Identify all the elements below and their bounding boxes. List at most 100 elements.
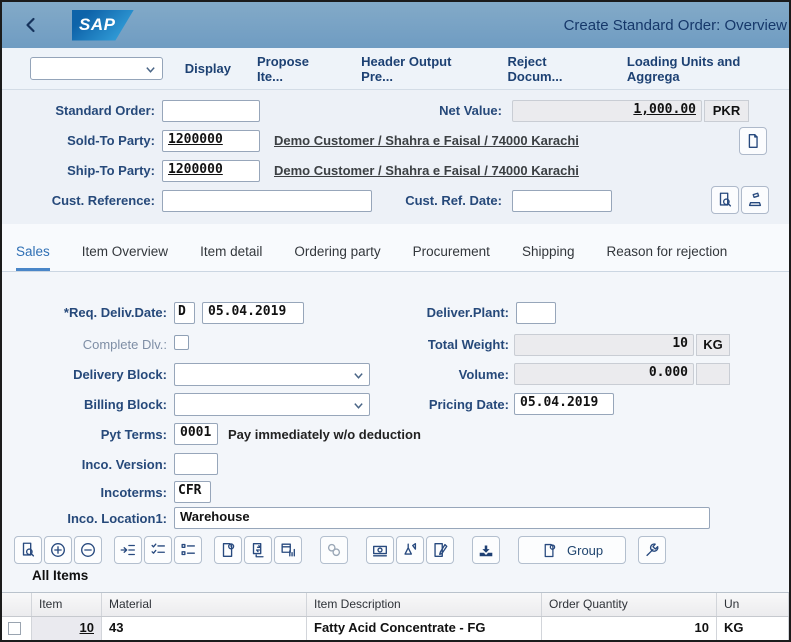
pricing-date-input[interactable]: 05.04.2019 — [514, 393, 614, 415]
tab-item-overview[interactable]: Item Overview — [82, 244, 168, 271]
currency-field: PKR — [704, 100, 749, 122]
search-document-button[interactable] — [711, 186, 739, 214]
sap-logo-text: SAP — [79, 15, 116, 34]
ship-to-input[interactable]: 1200000 — [162, 160, 260, 182]
pyt-terms-input[interactable]: 0001 — [174, 423, 218, 445]
schedule-lines-button[interactable] — [274, 536, 302, 564]
select-all-column-header[interactable] — [2, 593, 32, 616]
item-detail-icon — [22, 542, 35, 557]
settings-button[interactable] — [638, 536, 667, 564]
group-icon — [544, 543, 556, 557]
tab-ordering-party[interactable]: Ordering party — [294, 244, 380, 271]
edit-document-button[interactable] — [426, 536, 454, 564]
plus-circle-icon — [51, 543, 65, 557]
complete-dlv-checkbox[interactable] — [174, 335, 189, 350]
billing-block-select[interactable] — [174, 393, 370, 416]
menu-item-loading-units[interactable]: Loading Units and Aggrega — [627, 54, 789, 84]
inco-location-input[interactable]: Warehouse — [174, 507, 710, 529]
req-deliv-date-label: *Req. Deliv.Date: — [63, 305, 167, 320]
item-cell[interactable]: 10 — [32, 617, 102, 640]
row-select-cell[interactable] — [2, 617, 32, 640]
tab-sales[interactable]: Sales — [16, 244, 50, 271]
copy-items-button[interactable] — [244, 536, 272, 564]
incoterms-input[interactable]: CFR — [174, 481, 211, 503]
items-table: Item Material Item Description Order Qua… — [2, 592, 789, 640]
row-checkbox[interactable] — [8, 622, 21, 635]
item-detail-button[interactable] — [14, 536, 42, 564]
total-weight-unit-field: KG — [696, 334, 730, 356]
group-button-label: Group — [567, 542, 604, 558]
tab-shipping[interactable]: Shipping — [522, 244, 575, 271]
tabstrip: Sales Item Overview Item detail Ordering… — [2, 224, 789, 272]
delivery-block-label: Delivery Block: — [73, 367, 167, 382]
tab-procurement[interactable]: Procurement — [413, 244, 490, 271]
total-weight-label: Total Weight: — [427, 337, 509, 352]
document-search-icon — [719, 192, 732, 207]
column-header-unit[interactable]: Un — [717, 593, 789, 616]
menu-item-reject-document[interactable]: Reject Docum... — [508, 54, 601, 84]
inco-version-label: Inco. Version: — [81, 457, 167, 472]
menu-item-display[interactable]: Display — [185, 61, 231, 76]
description-cell[interactable]: Fatty Acid Concentrate - FG — [307, 617, 542, 640]
sold-to-input[interactable]: 1200000 — [162, 130, 260, 152]
standard-order-label: Standard Order: — [55, 103, 155, 118]
order-quantity-cell[interactable]: 10 — [542, 617, 717, 640]
tab-item-detail[interactable]: Item detail — [200, 244, 262, 271]
stamp-button[interactable] — [741, 186, 769, 214]
layout-dropdown[interactable] — [30, 57, 163, 80]
menu-item-header-output[interactable]: Header Output Pre... — [361, 54, 481, 84]
pyt-terms-description: Pay immediately w/o deduction — [228, 427, 421, 442]
ship-to-description[interactable]: Demo Customer / Shahra e Faisal / 74000 … — [274, 163, 579, 178]
standard-order-input[interactable] — [162, 100, 260, 122]
unit-cell[interactable]: KG — [717, 617, 789, 640]
cust-reference-input[interactable] — [162, 190, 372, 212]
menu-item-propose-items[interactable]: Propose Ite... — [257, 54, 335, 84]
inco-version-input[interactable] — [174, 453, 218, 475]
deliver-plant-label: Deliver.Plant: — [426, 305, 509, 320]
propose-items-button[interactable] — [214, 536, 242, 564]
material-cell[interactable]: 43 — [102, 617, 307, 640]
chevron-left-icon — [26, 17, 35, 33]
fast-entry-button[interactable] — [472, 536, 500, 564]
deliver-plant-input[interactable] — [516, 302, 556, 324]
document-icon — [748, 134, 758, 148]
calendar-chart-icon — [281, 543, 295, 557]
column-header-order-quantity[interactable]: Order Quantity — [542, 593, 717, 616]
pricing-button[interactable] — [366, 536, 394, 564]
sales-tab-panel: *Req. Deliv.Date: D 05.04.2019 Deliver.P… — [2, 272, 789, 533]
column-header-item[interactable]: Item — [32, 593, 102, 616]
document-clock-icon — [222, 543, 235, 557]
inbox-arrow-icon — [479, 545, 493, 557]
display-document-button[interactable] — [739, 127, 767, 155]
delivery-block-select[interactable] — [174, 363, 370, 386]
remove-item-button[interactable] — [74, 536, 102, 564]
group-button[interactable]: Group — [518, 536, 627, 564]
req-deliv-date-type-input[interactable]: D — [174, 302, 195, 324]
net-value-field: 1,000.00 — [512, 100, 702, 122]
pricing-date-label: Pricing Date: — [428, 397, 509, 412]
link-button[interactable] — [320, 536, 348, 564]
insert-row-button[interactable] — [114, 536, 142, 564]
cust-ref-date-input[interactable] — [512, 190, 612, 212]
incoterms-label: Incoterms: — [100, 485, 167, 500]
add-item-button[interactable] — [44, 536, 72, 564]
tab-reason-for-rejection[interactable]: Reason for rejection — [606, 244, 727, 271]
banknote-icon — [373, 545, 387, 557]
column-header-material[interactable]: Material — [102, 593, 307, 616]
chevron-down-icon — [146, 67, 155, 73]
items-toolbar: Group — [2, 533, 789, 567]
item-list-button[interactable] — [174, 536, 202, 564]
total-weight-field: 10 — [514, 334, 694, 356]
table-row[interactable]: 10 43 Fatty Acid Concentrate - FG 10 KG — [2, 617, 789, 640]
select-items-button[interactable] — [144, 536, 172, 564]
insert-row-icon — [120, 544, 135, 556]
flask-icon — [404, 543, 417, 555]
stamp-icon — [748, 192, 762, 207]
column-header-description[interactable]: Item Description — [307, 593, 542, 616]
back-button[interactable] — [16, 10, 46, 40]
pyt-terms-label: Pyt Terms: — [100, 427, 167, 442]
req-deliv-date-input[interactable]: 05.04.2019 — [202, 302, 304, 324]
configuration-button[interactable] — [396, 536, 424, 564]
sold-to-description[interactable]: Demo Customer / Shahra e Faisal / 74000 … — [274, 133, 579, 148]
volume-unit-field — [696, 363, 730, 385]
